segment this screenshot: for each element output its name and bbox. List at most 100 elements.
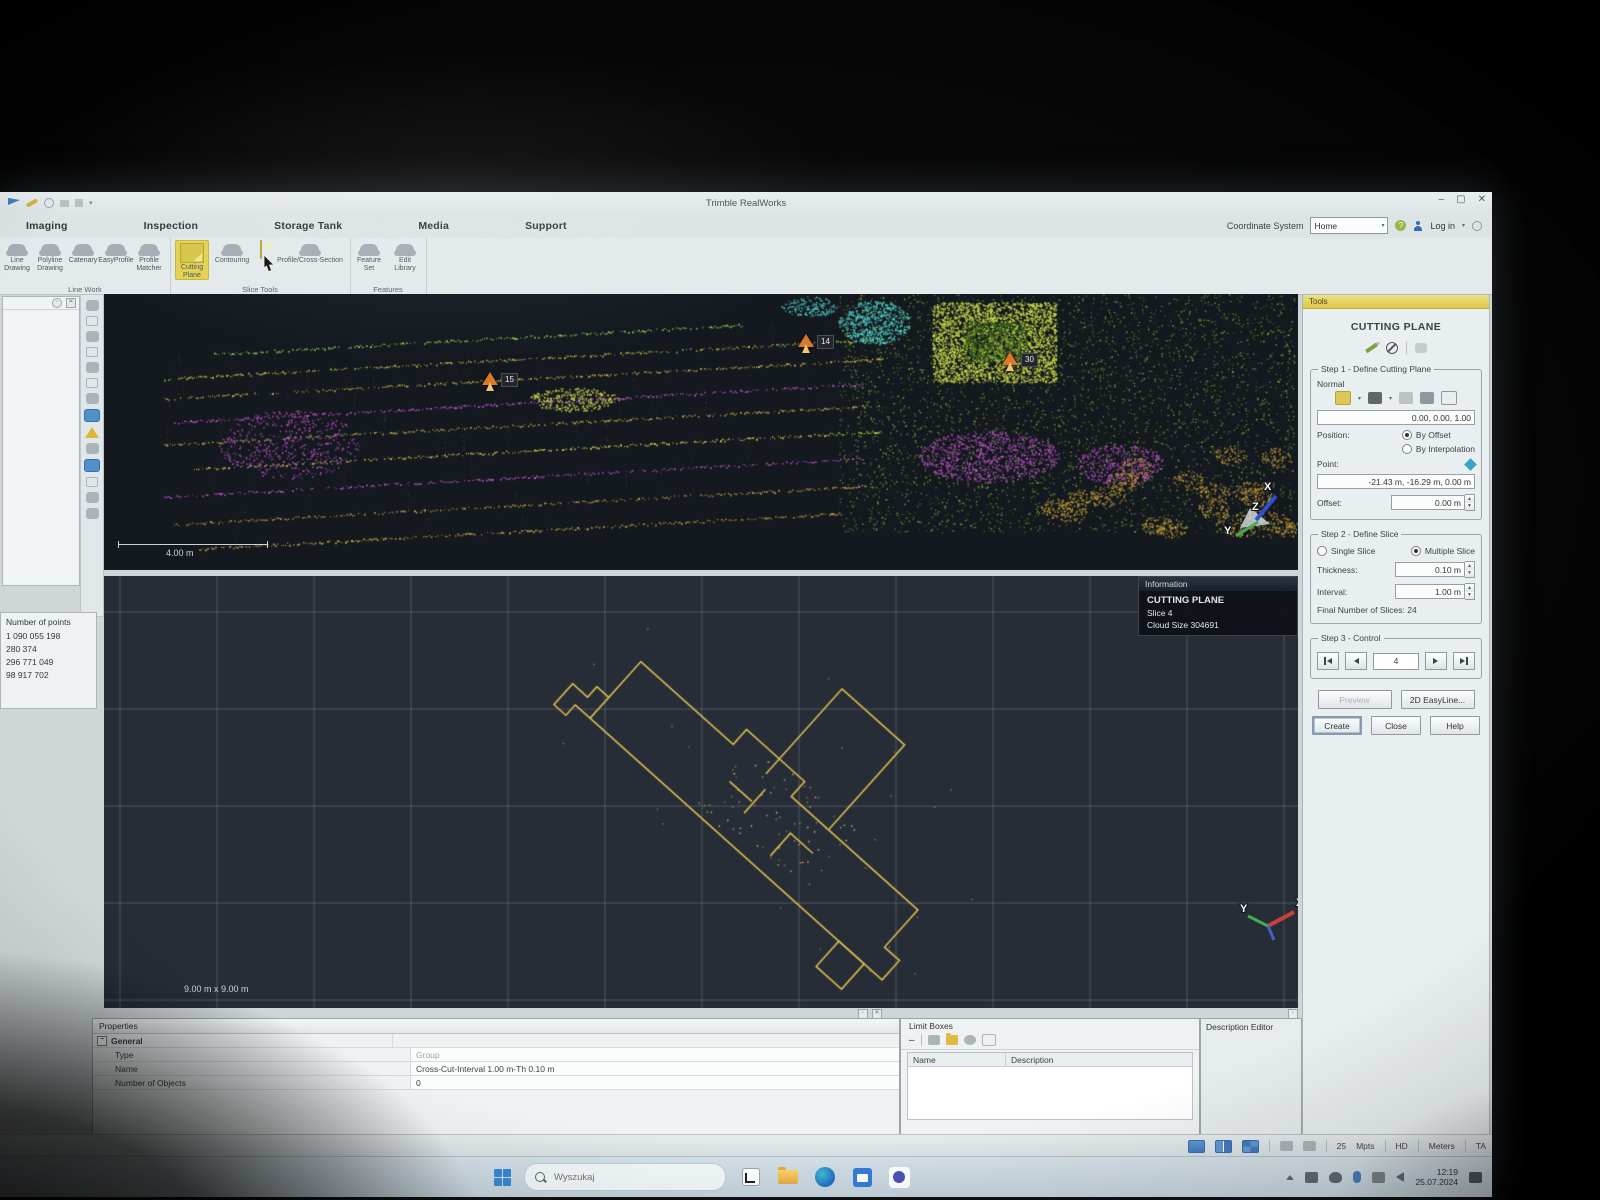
station-tool-icon[interactable]	[86, 393, 99, 404]
point-picker-icon[interactable]	[1464, 458, 1477, 471]
line-drawing-button[interactable]: Line Drawing	[0, 240, 34, 272]
display-mode-icon[interactable]	[84, 409, 100, 422]
column-header-name[interactable]: Name	[908, 1053, 1006, 1066]
grab-icon[interactable]	[964, 1035, 976, 1045]
close-panel-button[interactable]: Close	[1371, 716, 1421, 735]
panel-close-icon[interactable]: ✕	[66, 298, 76, 308]
edit-library-button[interactable]: Edit Library	[388, 240, 422, 272]
login-dropdown-icon[interactable]: ▾	[1462, 222, 1465, 229]
by-offset-radio[interactable]	[1402, 430, 1412, 440]
preview-button[interactable]: Preview	[1318, 690, 1392, 709]
tab-media[interactable]: Media	[418, 220, 449, 232]
login-button[interactable]: Log in	[1430, 221, 1455, 231]
thickness-spinner[interactable]: ▲▼	[1465, 561, 1475, 578]
notification-icon[interactable]	[1469, 1172, 1482, 1183]
walkthrough-tool-icon[interactable]	[86, 378, 98, 388]
single-slice-radio[interactable]	[1317, 546, 1327, 556]
cloud-display-icon[interactable]	[1303, 1141, 1316, 1151]
render-mode-icon[interactable]	[84, 459, 100, 472]
property-value[interactable]: Group	[411, 1048, 899, 1061]
tab-inspection[interactable]: Inspection	[144, 220, 199, 232]
disable-plane-icon[interactable]	[1386, 342, 1398, 354]
annotation-marker-15[interactable]: 15	[482, 372, 518, 387]
measure-tool-icon[interactable]	[86, 443, 99, 454]
slice-mini-tool-button[interactable]	[260, 241, 262, 259]
profile-matcher-button[interactable]: Profile Matcher	[132, 240, 166, 272]
view-tool-icon[interactable]	[86, 300, 99, 311]
project-tree-panel[interactable]: ◦✕	[2, 296, 80, 586]
cutting-plane-button[interactable]: Cutting Plane	[175, 240, 209, 280]
viewport-3d-cross-section[interactable]: 15 14 30 4.00 m X Y Z	[104, 294, 1298, 570]
thickness-field[interactable]: 0.10 m	[1395, 562, 1465, 577]
offset-field[interactable]: 0.00 m	[1391, 495, 1465, 510]
rotate-tool-icon[interactable]	[86, 347, 98, 357]
tab-support[interactable]: Support	[525, 220, 567, 232]
camera-tool-icon[interactable]	[86, 492, 99, 503]
panel-pin-icon[interactable]: ◦	[52, 298, 62, 308]
microphone-icon[interactable]	[1353, 1171, 1361, 1183]
plane-preset-icon[interactable]	[1335, 391, 1351, 405]
collapse-icon[interactable]: −	[97, 1036, 107, 1046]
next-slice-button[interactable]	[1425, 652, 1447, 670]
property-value[interactable]: Cross-Cut-Interval 1.00 m-Th 0.10 m	[411, 1062, 899, 1075]
profile-cross-section-button[interactable]: Profile/Cross-Section	[274, 240, 346, 265]
store-app-icon[interactable]	[850, 1165, 874, 1189]
axis-preset-icon[interactable]	[1368, 392, 1382, 404]
interval-spinner[interactable]: ▲▼	[1465, 583, 1475, 600]
onedrive-icon[interactable]	[1329, 1172, 1342, 1183]
point-field[interactable]: -21.43 m, -16.29 m, 0.00 m	[1317, 474, 1475, 489]
by-interpolation-radio[interactable]	[1402, 444, 1412, 454]
examiner-tool-icon[interactable]	[86, 362, 99, 373]
feature-set-button[interactable]: Feature Set	[352, 240, 386, 272]
help-button[interactable]: Help	[1430, 716, 1480, 735]
edge-browser-icon[interactable]	[813, 1165, 837, 1189]
warning-markers-icon[interactable]	[85, 427, 99, 438]
status-units[interactable]: Meters	[1429, 1141, 1455, 1151]
speaker-icon[interactable]	[1396, 1172, 1404, 1182]
catenary-button[interactable]: Catenary	[66, 240, 100, 265]
lock-icon[interactable]	[928, 1035, 940, 1045]
annotation-marker-14[interactable]: 14	[798, 334, 834, 349]
previous-slice-button[interactable]	[1345, 652, 1367, 670]
cloud-density-icon[interactable]	[1280, 1141, 1293, 1151]
create-button[interactable]: Create	[1312, 716, 1362, 735]
coordinate-system-select[interactable]: Home▾	[1310, 217, 1388, 234]
pick-axis-icon[interactable]	[1420, 392, 1434, 404]
box-icon[interactable]	[982, 1034, 996, 1046]
easyline-button[interactable]: 2D EasyLine...	[1401, 690, 1475, 709]
remove-button[interactable]: –	[909, 1035, 915, 1046]
column-header-description[interactable]: Description	[1006, 1053, 1192, 1066]
folder-icon[interactable]	[946, 1035, 958, 1045]
search-input[interactable]	[552, 1171, 676, 1184]
single-view-layout-icon[interactable]	[1188, 1140, 1205, 1153]
sync-icon[interactable]	[1472, 221, 1482, 231]
help-icon[interactable]: ?	[1395, 220, 1406, 231]
contouring-button[interactable]: Contouring	[210, 240, 254, 265]
first-slice-button[interactable]	[1317, 652, 1339, 670]
property-value[interactable]: 0	[411, 1076, 899, 1089]
tools-panel-header[interactable]: Tools	[1303, 295, 1489, 309]
close-button[interactable]: ✕	[1478, 194, 1486, 205]
interval-field[interactable]: 1.00 m	[1395, 584, 1465, 599]
tab-storage-tank[interactable]: Storage Tank	[274, 220, 342, 232]
security-icon[interactable]	[1372, 1172, 1385, 1183]
taskbar-search[interactable]	[524, 1163, 726, 1191]
minimize-button[interactable]: –	[1439, 194, 1445, 205]
reset-plane-icon[interactable]	[1415, 343, 1427, 353]
network-icon[interactable]	[1305, 1172, 1318, 1183]
panel-splitter[interactable]	[104, 1008, 1298, 1018]
polyline-drawing-button[interactable]: Polyline Drawing	[33, 240, 67, 272]
teams-app-icon[interactable]	[887, 1165, 911, 1189]
quad-view-layout-icon[interactable]	[1242, 1140, 1259, 1153]
start-button[interactable]	[494, 1169, 511, 1186]
edit-plane-icon[interactable]	[1365, 343, 1378, 354]
current-slice-field[interactable]: 4	[1373, 653, 1419, 670]
clipping-tool-icon[interactable]	[86, 477, 98, 487]
normal-field[interactable]: 0.00, 0.00, 1.00	[1317, 410, 1475, 425]
split-view-layout-icon[interactable]	[1215, 1140, 1232, 1153]
annotation-marker-30[interactable]: 30	[1002, 352, 1038, 367]
status-quality[interactable]: HD	[1396, 1141, 1408, 1151]
file-explorer-icon[interactable]	[776, 1165, 800, 1189]
target-tool-icon[interactable]	[86, 508, 99, 519]
maximize-button[interactable]: ▢	[1456, 194, 1465, 205]
